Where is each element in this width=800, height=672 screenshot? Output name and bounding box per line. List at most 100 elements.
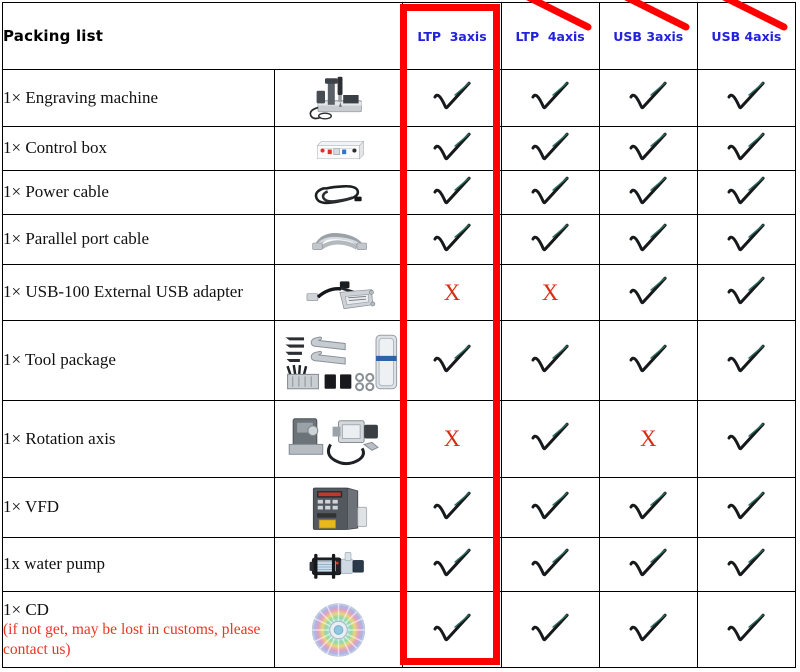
tool-package-photo	[274, 320, 404, 401]
mark-cell-ltp-4axis	[500, 400, 600, 478]
mark-cell-usb-4axis	[696, 264, 797, 321]
mark-cell-usb-3axis	[598, 591, 698, 668]
column-header-label: LTP 3axis	[417, 28, 487, 44]
check-mark-icon	[629, 548, 667, 576]
packing-list-body: Packing list LTP 3axis LTP 4axis USB 3axis U…	[1, 0, 797, 668]
table-row: 1× Tool package	[1, 320, 797, 401]
item-quantity: 1×	[3, 350, 22, 370]
table-row: 1× Power cable	[1, 170, 797, 215]
item-name: Power cable	[21, 182, 109, 202]
check-mark-icon	[629, 276, 667, 304]
column-header-label: USB 4axis	[711, 28, 782, 44]
check-mark-icon	[531, 548, 569, 576]
mark-cell-usb-3axis	[598, 264, 698, 321]
control-box-photo	[274, 126, 404, 171]
item-label-cell: 1× CD (if not get, may be lost in customs…	[1, 591, 276, 668]
engraving-machine-photo	[274, 69, 404, 127]
mark-cell-ltp-4axis	[500, 537, 600, 592]
column-header-usb-4axis[interactable]: USB 4axis	[696, 0, 797, 70]
item-quantity: 1x	[3, 554, 20, 574]
check-mark-icon	[531, 613, 569, 641]
item-name: Control box	[21, 138, 108, 158]
packing-list-table: Packing list LTP 3axis LTP 4axis USB 3axis U…	[1, 0, 797, 668]
mark-cell-ltp-3axis	[402, 170, 502, 215]
item-label-cell: 1× VFD	[1, 477, 276, 538]
item-note: (if not get, may be lost in customs, ple…	[3, 621, 261, 658]
x-mark-icon: X	[443, 279, 461, 305]
item-label-cell: 1× Parallel port cable	[1, 214, 276, 265]
check-mark-icon	[433, 548, 471, 576]
table-row: 1x water pump	[1, 537, 797, 592]
item-name: water pump	[20, 554, 105, 574]
mark-cell-usb-4axis	[696, 69, 797, 127]
mark-cell-usb-3axis	[598, 477, 698, 538]
rotation-axis-photo	[274, 400, 404, 478]
power-cable-photo	[274, 170, 404, 215]
mark-cell-usb-4axis	[696, 477, 797, 538]
item-label-cell: 1× Power cable	[1, 170, 276, 215]
check-mark-icon	[433, 491, 471, 519]
item-name: Tool package	[21, 350, 116, 370]
check-mark-icon	[629, 81, 667, 110]
check-mark-icon	[433, 223, 471, 251]
check-mark-icon	[433, 176, 471, 204]
x-mark-icon: X	[443, 426, 461, 451]
check-mark-icon	[629, 491, 667, 519]
item-label-cell: 1× Tool package	[1, 320, 276, 401]
column-header-usb-3axis[interactable]: USB 3axis	[598, 0, 698, 70]
check-mark-icon	[433, 81, 471, 110]
mark-cell-usb-4axis	[696, 400, 797, 478]
table-row: 1× VFD	[1, 477, 797, 538]
check-mark-icon	[727, 548, 766, 576]
mark-cell-usb-4axis	[696, 537, 797, 592]
item-quantity: 1×	[3, 182, 22, 202]
check-mark-icon	[531, 422, 569, 451]
item-label-cell: 1× Rotation axis	[1, 400, 276, 478]
check-mark-icon	[531, 344, 569, 372]
mark-cell-ltp-3axis: X	[402, 400, 502, 478]
mark-cell-ltp-4axis	[500, 591, 600, 668]
usb-adapter-photo	[274, 264, 404, 321]
check-mark-icon	[629, 176, 667, 204]
mark-cell-ltp-4axis	[500, 214, 600, 265]
table-header-row: Packing list LTP 3axis LTP 4axis USB 3axis U…	[1, 0, 797, 70]
mark-cell-ltp-4axis	[500, 320, 600, 401]
vfd-photo	[274, 477, 404, 538]
mark-cell-ltp-3axis	[402, 320, 502, 401]
mark-cell-ltp-3axis	[402, 591, 502, 668]
mark-cell-usb-4axis	[696, 591, 797, 668]
water-pump-photo	[274, 537, 404, 592]
check-mark-icon	[531, 491, 569, 519]
column-header-label: LTP 4axis	[515, 28, 585, 44]
x-mark-icon: X	[639, 426, 657, 451]
check-mark-icon	[629, 223, 667, 251]
mark-cell-ltp-4axis	[500, 477, 600, 538]
mark-cell-ltp-3axis	[402, 477, 502, 538]
column-header-ltp-3axis[interactable]: LTP 3axis	[402, 2, 502, 70]
cd-photo	[274, 591, 404, 668]
mark-cell-ltp-3axis	[402, 214, 502, 265]
item-quantity: 1×	[3, 87, 22, 107]
table-row: 1× Engraving machine	[1, 69, 797, 127]
check-mark-icon	[727, 81, 766, 110]
item-quantity: 1×	[3, 138, 22, 158]
mark-cell-ltp-4axis: X	[500, 264, 600, 321]
mark-cell-ltp-4axis	[500, 126, 600, 171]
column-header-ltp-4axis[interactable]: LTP 4axis	[500, 0, 600, 70]
mark-cell-ltp-3axis: X	[402, 264, 502, 321]
x-mark-icon: X	[541, 279, 559, 305]
mark-cell-ltp-4axis	[500, 69, 600, 127]
column-header-label: USB 3axis	[613, 28, 684, 44]
table-row: 1× USB-100 External USB adapter X X	[1, 264, 797, 321]
item-label-cell: 1× Control box	[1, 126, 276, 171]
table-row: 1× Control box	[1, 126, 797, 171]
check-mark-icon	[727, 132, 766, 160]
mark-cell-usb-4axis	[696, 214, 797, 265]
mark-cell-usb-3axis: X	[598, 400, 698, 478]
item-name: Rotation axis	[21, 428, 116, 448]
mark-cell-usb-3axis	[598, 537, 698, 592]
mark-cell-usb-4axis	[696, 126, 797, 171]
check-mark-icon	[727, 223, 766, 251]
item-quantity: 1×	[3, 282, 22, 302]
item-quantity: 1×	[3, 428, 22, 448]
